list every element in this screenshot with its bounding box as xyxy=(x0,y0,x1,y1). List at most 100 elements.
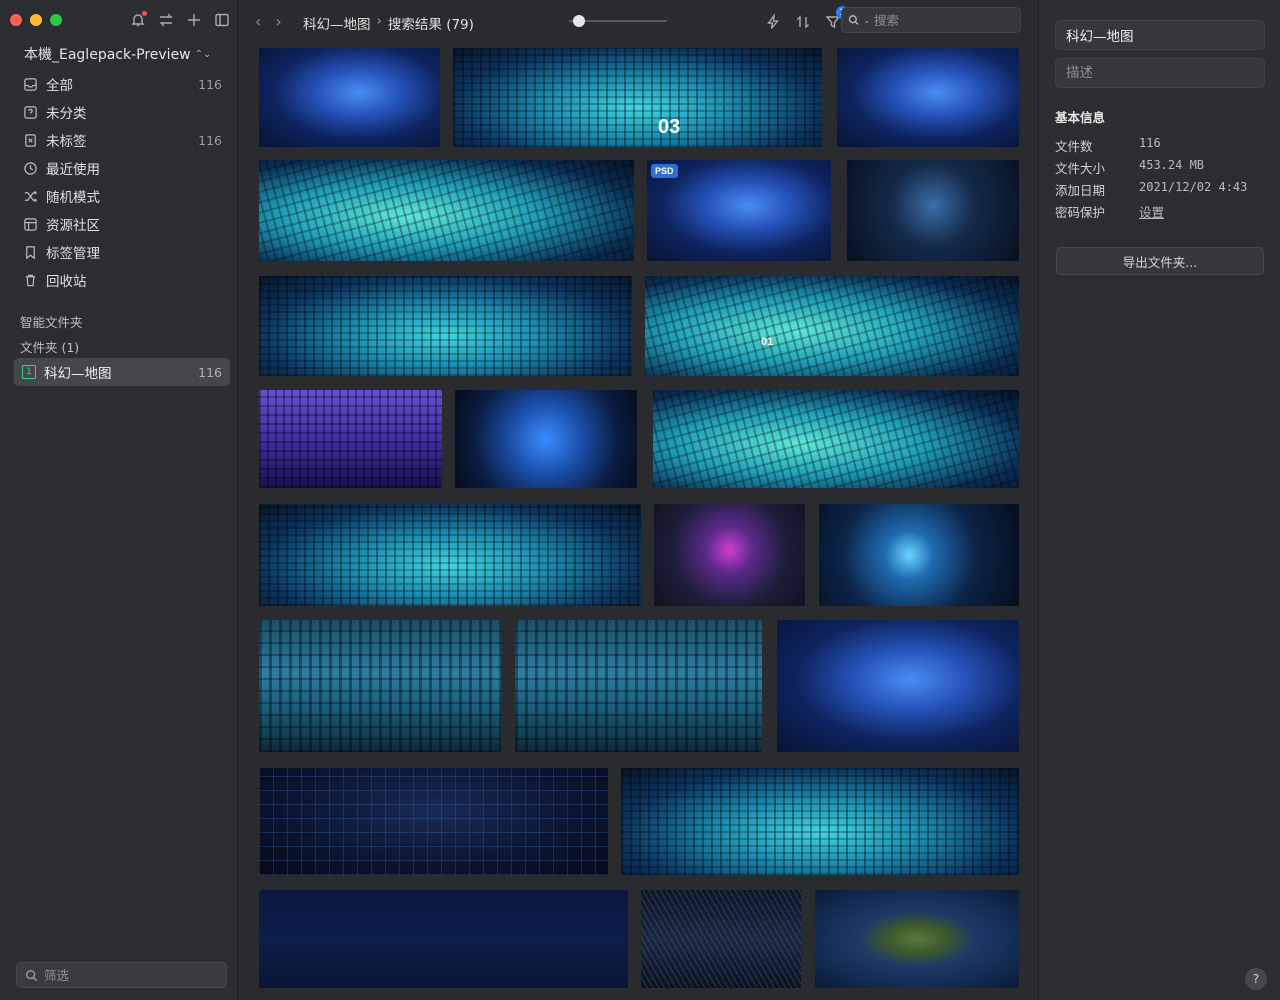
thumbnail[interactable]: PSD xyxy=(647,160,831,261)
sidebar-nav: 全部 116 未分类 未标签 116 最近使用 随机模式 资源社区 标签管理 回… xyxy=(14,70,230,294)
search-box: ⌄ xyxy=(841,7,1021,33)
sidebar-item-community[interactable]: 资源社区 xyxy=(14,210,230,238)
thumbnail[interactable] xyxy=(819,504,1019,606)
thumbnail-label: 03 xyxy=(658,116,681,138)
help-button[interactable]: ? xyxy=(1245,968,1267,990)
thumbnail[interactable] xyxy=(621,768,1019,875)
sidebar-item-label: 回收站 xyxy=(46,274,87,290)
window-controls xyxy=(10,14,62,26)
minimize-window-button[interactable] xyxy=(30,14,42,26)
folder-count: 116 xyxy=(198,364,222,380)
quick-action-button[interactable] xyxy=(763,12,783,32)
thumbnail[interactable]: 01 xyxy=(645,276,1019,376)
info-key: 文件数 xyxy=(1055,139,1093,154)
main-content: ‹ › 科幻—地图 › 搜索结果 (79) 1 ⌄ xyxy=(239,0,1038,1000)
filter-input[interactable] xyxy=(44,967,214,983)
search-icon xyxy=(25,969,38,981)
thumbnail[interactable] xyxy=(259,504,641,606)
sidebar-item-uncategorized[interactable]: 未分类 xyxy=(14,98,230,126)
thumbnail[interactable] xyxy=(259,620,501,752)
info-key: 文件大小 xyxy=(1055,161,1106,176)
breadcrumb-current: 搜索结果 (79) xyxy=(387,17,474,33)
sidebar-item-random[interactable]: 随机模式 xyxy=(14,182,230,210)
sidebar: 本機_Eaglepack-Preview ⌃⌄ 全部 116 未分类 未标签 1… xyxy=(0,0,238,1000)
info-row-file-size: 文件大小 453.24 MB xyxy=(1055,158,1204,177)
sidebar-item-recent[interactable]: 最近使用 xyxy=(14,154,230,182)
shuffle-icon xyxy=(24,190,37,202)
thumbnail[interactable] xyxy=(777,620,1019,752)
info-key: 密码保护 xyxy=(1055,205,1106,220)
info-value: 116 xyxy=(1139,136,1161,150)
sidebar-item-label: 最近使用 xyxy=(46,162,100,178)
folder-name-field[interactable]: 科幻—地图 xyxy=(1055,20,1265,50)
info-value: 453.24 MB xyxy=(1139,158,1205,172)
history-nav: ‹ › xyxy=(255,12,282,31)
question-box-icon xyxy=(23,105,37,119)
sidebar-item-label: 全部 xyxy=(46,78,73,94)
chevron-updown-icon: ⌃⌄ xyxy=(194,48,212,60)
back-button[interactable]: ‹ xyxy=(255,12,261,31)
basic-info-header: 基本信息 xyxy=(1055,110,1106,125)
description-field xyxy=(1055,58,1265,88)
sidebar-icon xyxy=(215,13,229,27)
sort-icon xyxy=(797,15,809,29)
add-button[interactable] xyxy=(184,10,204,30)
library-switcher[interactable]: 本機_Eaglepack-Preview ⌃⌄ xyxy=(24,44,211,64)
toggle-sidebar-button[interactable] xyxy=(212,10,232,30)
info-key: 添加日期 xyxy=(1055,183,1106,198)
inspector-panel: 科幻—地图 基本信息 文件数 116 文件大小 453.24 MB 添加日期 2… xyxy=(1038,0,1280,1000)
thumbnail[interactable] xyxy=(259,390,442,488)
sync-button[interactable] xyxy=(156,10,176,30)
thumbnail-label: 01 xyxy=(761,336,774,348)
search-input[interactable] xyxy=(874,12,1014,28)
sidebar-item-untagged[interactable]: 未标签 116 xyxy=(14,126,230,154)
thumbnail[interactable] xyxy=(259,768,608,875)
thumbnail[interactable] xyxy=(259,160,634,261)
close-window-button[interactable] xyxy=(10,14,22,26)
thumbnail[interactable] xyxy=(259,48,440,147)
thumbnail[interactable] xyxy=(837,48,1019,147)
export-folder-button[interactable]: 导出文件夹... xyxy=(1056,247,1264,275)
thumbnail[interactable] xyxy=(259,276,632,376)
zoom-slider-knob[interactable] xyxy=(573,15,586,27)
set-password-link[interactable]: 设置 xyxy=(1139,202,1164,221)
thumbnail[interactable] xyxy=(455,390,637,488)
thumbnail[interactable] xyxy=(654,504,805,606)
folders-header[interactable]: 文件夹 (1) xyxy=(20,337,79,356)
sidebar-item-label: 标签管理 xyxy=(46,246,100,262)
thumbnail[interactable] xyxy=(259,890,628,988)
chevron-down-icon[interactable]: ⌄ xyxy=(863,16,870,25)
sidebar-item-count: 116 xyxy=(198,76,222,92)
description-input[interactable] xyxy=(1066,65,1254,81)
notification-button[interactable] xyxy=(128,10,148,30)
sidebar-item-label: 随机模式 xyxy=(46,190,100,206)
untagged-icon xyxy=(24,133,36,147)
breadcrumb-folder[interactable]: 科幻—地图 xyxy=(303,13,371,33)
thumbnail[interactable]: 03 xyxy=(453,48,822,147)
thumbnail[interactable] xyxy=(515,620,762,752)
filter-button[interactable]: 1 xyxy=(823,6,849,32)
smart-folders-header[interactable]: 智能文件夹 xyxy=(20,312,83,331)
thumbnail[interactable] xyxy=(815,890,1019,988)
folder-icon: 1 xyxy=(22,365,36,379)
folder-label: 科幻—地图 xyxy=(44,366,112,382)
sidebar-item-all[interactable]: 全部 116 xyxy=(14,70,230,98)
inbox-icon xyxy=(23,77,37,91)
sidebar-toolbar xyxy=(128,10,232,30)
thumbnail[interactable] xyxy=(641,890,801,988)
psd-badge: PSD xyxy=(651,164,678,178)
thumbnail[interactable] xyxy=(847,160,1019,261)
zoom-slider[interactable] xyxy=(569,15,667,27)
sidebar-item-tags[interactable]: 标签管理 xyxy=(14,238,230,266)
info-value: 2021/12/02 4:43 xyxy=(1139,180,1248,194)
community-icon xyxy=(23,217,37,231)
sidebar-item-label: 未分类 xyxy=(46,106,87,122)
sidebar-item-trash[interactable]: 回收站 xyxy=(14,266,230,294)
sort-button[interactable] xyxy=(793,12,813,32)
info-row-password: 密码保护 设置 xyxy=(1055,202,1164,221)
zoom-window-button[interactable] xyxy=(50,14,62,26)
thumbnail[interactable] xyxy=(653,390,1019,488)
sidebar-folder-item[interactable]: 1 科幻—地图 116 xyxy=(14,358,230,386)
forward-button[interactable]: › xyxy=(275,12,281,31)
search-icon xyxy=(848,15,859,25)
